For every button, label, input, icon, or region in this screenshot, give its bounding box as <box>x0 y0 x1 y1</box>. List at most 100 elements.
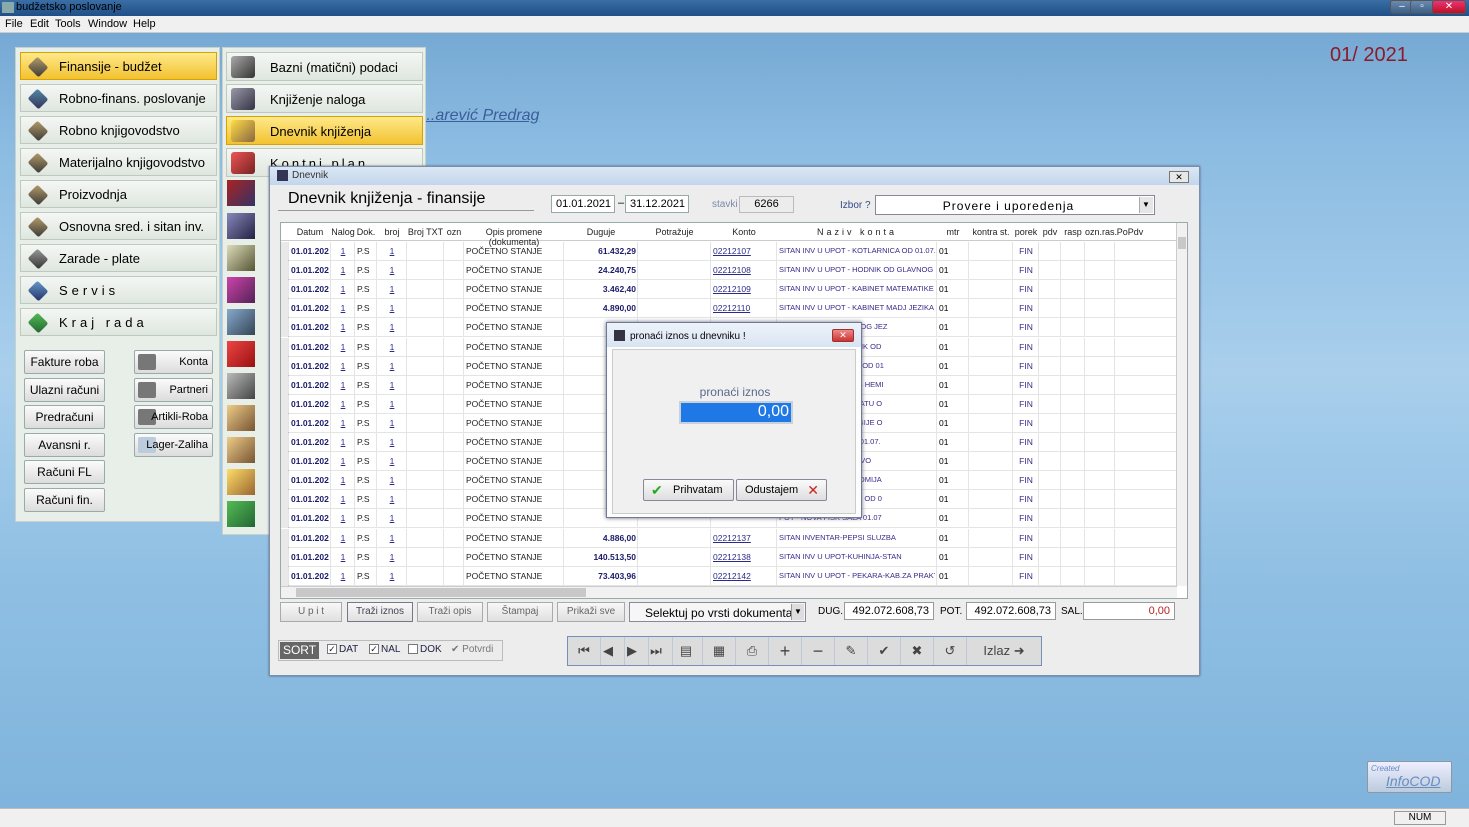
cell-konto[interactable]: 02212110 <box>713 303 775 313</box>
module-kraj-rada[interactable]: Kraj rada <box>20 308 217 336</box>
cell-nalog[interactable]: 1 <box>333 284 353 294</box>
cell-nalog[interactable]: 1 <box>333 552 353 562</box>
vertical-scrollbar[interactable] <box>1176 223 1187 586</box>
undo-icon[interactable]: ↺ <box>934 637 967 665</box>
module-robno-finans[interactable]: Robno-finans. poslovanje <box>20 84 217 112</box>
edit-icon[interactable]: ✎ <box>835 637 868 665</box>
table-row[interactable]: 01.01.2021 1 P.S 1 POČETNO STANJE 73.403,96 02… <box>281 566 1177 586</box>
cell-nalog[interactable]: 1 <box>333 322 353 332</box>
amount-input[interactable]: 0,00 <box>679 401 793 424</box>
cell-broj[interactable]: 1 <box>379 399 405 409</box>
cell-broj[interactable]: 1 <box>379 513 405 523</box>
cell-konto[interactable]: 02212138 <box>713 552 775 562</box>
column-header[interactable]: broj <box>377 227 407 237</box>
table-row[interactable]: 01.01.2021 1 P.S 1 POČETNO STANJE 4.886,00 022… <box>281 528 1177 548</box>
book-purple-icon[interactable] <box>227 277 255 303</box>
scroll-pen-icon[interactable] <box>227 437 255 463</box>
cell-nalog[interactable]: 1 <box>333 361 353 371</box>
ulazni-racuni-button[interactable]: Ulazni računi <box>24 378 105 402</box>
cell-konto[interactable]: 02212108 <box>713 265 775 275</box>
column-header[interactable]: Duguje <box>564 227 638 237</box>
cell-nalog[interactable]: 1 <box>333 456 353 466</box>
cancel-icon[interactable]: ✖ <box>901 637 934 665</box>
module-zarade[interactable]: Zarade - plate <box>20 244 217 272</box>
column-header[interactable]: pdv <box>1039 227 1061 237</box>
menu-file[interactable]: File <box>5 18 23 30</box>
column-header[interactable]: kontra st. <box>969 227 1013 237</box>
prihvatam-button[interactable]: ✔ Prihvatam <box>643 479 734 501</box>
cell-broj[interactable]: 1 <box>379 533 405 543</box>
avansni-button[interactable]: Avansni r. <box>24 433 105 457</box>
cell-konto[interactable]: 02212137 <box>713 533 775 543</box>
module-servis[interactable]: Servis <box>20 276 217 304</box>
module-materijalno[interactable]: Materijalno knjigovodstvo <box>20 148 217 176</box>
cell-broj[interactable]: 1 <box>379 361 405 371</box>
cell-nalog[interactable]: 1 <box>333 494 353 504</box>
module-proizvodnja[interactable]: Proizvodnja <box>20 180 217 208</box>
stampaj-button[interactable]: Štampaj <box>487 602 553 622</box>
open-book-icon[interactable] <box>227 309 255 335</box>
partneri-button[interactable]: Partneri <box>134 378 213 402</box>
cell-broj[interactable]: 1 <box>379 265 405 275</box>
izlaz-button[interactable]: Izlaz ➜ <box>967 637 1041 665</box>
table-row[interactable]: 01.01.2021 1 P.S 1 POČETNO STANJE 61.432,29 02… <box>281 242 1177 261</box>
table-row[interactable]: 01.01.2021 1 P.S 1 POČETNO STANJE 4.890,00 022… <box>281 299 1177 319</box>
cell-nalog[interactable]: 1 <box>333 380 353 390</box>
fakture-roba-button[interactable]: Fakture roba <box>24 350 105 374</box>
date-to-input[interactable]: 31.12.2021 <box>625 195 689 213</box>
lager-zaliha-button[interactable]: Lager-Zaliha <box>134 433 213 457</box>
predracuni-button[interactable]: Predračuni <box>24 405 105 429</box>
cell-nalog[interactable]: 1 <box>333 533 353 543</box>
dnevnik-close-button[interactable]: ✕ <box>1169 171 1189 183</box>
trazi-opis-button[interactable]: Traži opis <box>417 602 483 622</box>
vertical-scroll-thumb[interactable] <box>1178 237 1186 249</box>
table-row[interactable]: 01.01.2021 1 P.S 1 POČETNO STANJE 24.240,75 02… <box>281 261 1177 281</box>
cell-nalog[interactable]: 1 <box>333 513 353 523</box>
konta-button[interactable]: Konta <box>134 350 213 374</box>
date-from-input[interactable]: 01.01.2021 <box>551 195 615 213</box>
column-header[interactable]: mtr <box>937 227 969 237</box>
menu-window[interactable]: Window <box>88 18 127 30</box>
column-header[interactable]: porek <box>1013 227 1039 237</box>
cell-broj[interactable]: 1 <box>379 552 405 562</box>
save-icon[interactable]: ▤ <box>670 637 703 665</box>
submenu-bazni-podaci[interactable]: Bazni (matični) podaci <box>226 52 423 81</box>
table-row[interactable]: 01.01.2021 1 P.S 1 POČETNO STANJE 3.462,40 022… <box>281 280 1177 300</box>
print-icon[interactable]: ⎙ <box>736 637 769 665</box>
racuni-fl-button[interactable]: Računi FL <box>24 460 105 484</box>
table-row[interactable]: 01.01.2021 1 P.S 1 POČETNO STANJE 140.513,50 0… <box>281 547 1177 567</box>
trazi-iznos-button[interactable]: Traži iznos <box>347 602 413 622</box>
cell-nalog[interactable]: 1 <box>333 303 353 313</box>
cell-nalog[interactable]: 1 <box>333 437 353 447</box>
menu-tools[interactable]: Tools <box>55 18 81 30</box>
menu-edit[interactable]: Edit <box>30 18 49 30</box>
user-link[interactable]: ...arević Predrag <box>422 107 539 125</box>
module-osnovna-sredstva[interactable]: Osnovna sred. i sitan inv. <box>20 212 217 240</box>
cell-nalog[interactable]: 1 <box>333 475 353 485</box>
cell-broj[interactable]: 1 <box>379 456 405 466</box>
horizontal-scrollbar[interactable] <box>281 586 1177 598</box>
exit-icon[interactable] <box>227 501 255 527</box>
key-icon[interactable] <box>227 469 255 495</box>
potvrdi-button[interactable]: ✔ Potvrdi <box>451 644 493 655</box>
horizontal-scroll-thumb[interactable] <box>296 588 586 597</box>
column-header[interactable]: Datum <box>289 227 331 237</box>
submenu-dnevnik-knjizenja[interactable]: Dnevnik knjiženja <box>226 116 423 145</box>
odustajem-button[interactable]: Odustajem ✕ <box>736 479 827 501</box>
artikli-roba-button[interactable]: Artikli-Roba <box>134 405 213 429</box>
binders-icon[interactable] <box>227 213 255 239</box>
chevron-down-icon[interactable]: ▼ <box>1139 197 1153 213</box>
cell-broj[interactable]: 1 <box>379 418 405 428</box>
cell-konto[interactable]: 02212109 <box>713 284 775 294</box>
column-header[interactable]: Konto <box>711 227 777 237</box>
prikazi-sve-button[interactable]: Prikaži sve <box>557 602 625 622</box>
cell-broj[interactable]: 1 <box>379 475 405 485</box>
sort-dok-checkbox[interactable]: DOK <box>408 644 442 655</box>
column-header[interactable]: rasp <box>1061 227 1085 237</box>
cell-broj[interactable]: 1 <box>379 303 405 313</box>
menu-help[interactable]: Help <box>133 18 156 30</box>
column-header[interactable]: Dok. <box>355 227 377 237</box>
cell-broj[interactable]: 1 <box>379 494 405 504</box>
sort-dat-checkbox[interactable]: ✓ DAT <box>327 644 358 655</box>
books-icon[interactable] <box>227 180 255 206</box>
